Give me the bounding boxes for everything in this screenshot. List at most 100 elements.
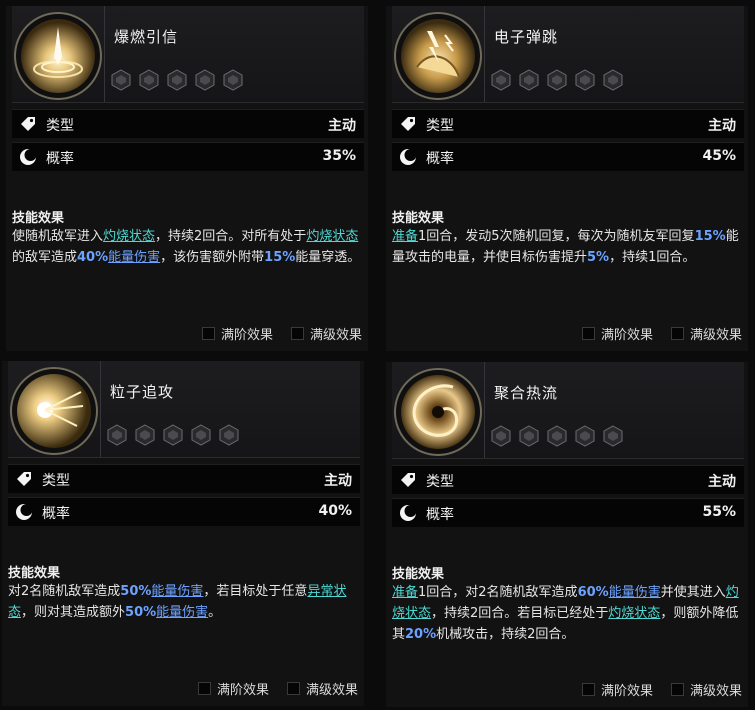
effect-text: 准备1回合，发动5次随机回复，每次为随机友军回复15%能量攻击的电量，并使目标伤… [392, 226, 744, 268]
type-row: 类型 主动 [392, 109, 744, 138]
type-label: 类型 [426, 474, 454, 490]
type-label: 类型 [426, 118, 454, 134]
rate-label: 概率 [42, 506, 70, 522]
moon-icon [20, 149, 37, 165]
type-row: 类型 主动 [392, 465, 744, 494]
effect-keyword: 40% [77, 250, 109, 265]
effect-keyword: 50% [125, 605, 157, 620]
skill-card-3: 粒子追攻 类型 主动 概率 40% 技能效果 对2名随机敌军造成50%能量伤害，… [2, 361, 364, 706]
effect-title: 技能效果 [392, 211, 445, 226]
toggle-group: 满阶效果 满级效果 [581, 324, 742, 343]
toggle-group: 满阶效果 满级效果 [197, 679, 358, 698]
rate-value: 40% [318, 503, 352, 519]
checkbox-box[interactable] [197, 682, 211, 695]
rank-hex-icon [163, 424, 183, 446]
checkbox-box[interactable] [581, 327, 595, 340]
particle-burst-icon [17, 374, 91, 448]
rate-value: 35% [322, 148, 356, 164]
full-level-checkbox[interactable]: 满级效果 [670, 680, 742, 699]
toggle-group: 满阶效果 满级效果 [201, 324, 362, 343]
skill-name: 电子弹跳 [494, 28, 559, 46]
toggle-group: 满阶效果 满级效果 [581, 680, 742, 699]
rank-hex-icon [167, 69, 187, 91]
rate-label: 概率 [46, 151, 74, 167]
tag-icon [401, 117, 415, 131]
rank-hex-icon [603, 425, 623, 447]
effect-segment: ，持续2回合。若目标已经处于 [431, 606, 609, 621]
skill-card-4: 聚合热流 类型 主动 概率 55% 技能效果 准备1回合，对2名随机敌军造成60… [386, 362, 748, 707]
full-level-label: 满级效果 [689, 328, 742, 343]
full-rank-checkbox[interactable]: 满阶效果 [201, 324, 273, 343]
skill-portrait[interactable] [14, 12, 102, 100]
effect-title: 技能效果 [12, 211, 65, 226]
full-rank-checkbox[interactable]: 满阶效果 [581, 680, 653, 699]
type-value: 主动 [324, 473, 352, 489]
fire-spark-icon [21, 19, 95, 93]
checkbox-box[interactable] [290, 327, 304, 340]
rate-row: 概率 40% [8, 497, 360, 526]
full-level-checkbox[interactable]: 满级效果 [290, 324, 362, 343]
full-level-checkbox[interactable]: 满级效果 [670, 324, 742, 343]
effect-segment: 能量穿透。 [295, 250, 361, 265]
skill-card-1: 爆燃引信 类型 主动 概率 35% 技能效果 使随机敌军进入灼烧状态，持续2回合… [6, 6, 368, 351]
full-level-checkbox[interactable]: 满级效果 [286, 679, 358, 698]
effect-text: 使随机敌军进入灼烧状态，持续2回合。对所有处于灼烧状态的敌军造成40%能量伤害，… [12, 226, 364, 268]
divider [104, 6, 105, 102]
rank-stars [110, 69, 244, 91]
effect-keyword: 能量伤害 [108, 250, 161, 265]
tag-icon [21, 117, 35, 131]
rate-row: 概率 45% [392, 142, 744, 171]
rank-stars [490, 425, 624, 447]
full-rank-checkbox[interactable]: 满阶效果 [581, 324, 653, 343]
effect-keyword: 20% [405, 627, 437, 642]
checkbox-box[interactable] [201, 327, 215, 340]
effect-segment: 使随机敌军进入 [12, 229, 104, 244]
vortex-icon [401, 375, 475, 449]
effect-segment: 的敌军造成 [12, 250, 78, 265]
checkbox-box[interactable] [286, 682, 300, 695]
effect-keyword: 15% [264, 250, 296, 265]
rank-hex-icon [139, 69, 159, 91]
effect-text: 准备1回合，对2名随机敌军造成60%能量伤害并使其进入灼烧状态，持续2回合。若目… [392, 582, 744, 645]
moon-icon [16, 504, 33, 520]
rank-hex-icon [111, 69, 131, 91]
rate-row: 概率 55% [392, 498, 744, 527]
effect-keyword: 能量伤害 [156, 605, 209, 620]
checkbox-box[interactable] [670, 327, 684, 340]
type-row: 类型 主动 [12, 109, 364, 138]
skill-portrait[interactable] [10, 367, 98, 455]
divider [100, 361, 101, 457]
lightning-hand-icon [401, 19, 475, 93]
skill-card-2: 电子弹跳 类型 主动 概率 45% 技能效果 准备1回合，发动5次随机回复，每次… [386, 6, 748, 351]
moon-icon [400, 505, 417, 521]
skill-header: 粒子追攻 [8, 361, 360, 458]
full-rank-label: 满阶效果 [220, 328, 273, 343]
effect-segment: ，持续1回合。 [609, 250, 696, 265]
effect-segment: 对2名随机敌军造成 [8, 584, 121, 599]
skill-portrait[interactable] [394, 368, 482, 456]
effect-segment: 1回合，对2名随机敌军造成 [418, 585, 578, 600]
effect-text: 对2名随机敌军造成50%能量伤害，若目标处于任意异常状态，则对其造成额外50%能… [8, 581, 360, 623]
skill-header: 聚合热流 [392, 362, 744, 459]
rank-hex-icon [491, 425, 511, 447]
rank-hex-icon [107, 424, 127, 446]
effect-segment: ，若目标处于任意 [203, 584, 308, 599]
effect-keyword: 灼烧状态 [608, 606, 661, 621]
rate-value: 45% [702, 148, 736, 164]
full-level-label: 满级效果 [305, 683, 358, 698]
effect-title: 技能效果 [392, 567, 445, 582]
skill-header: 电子弹跳 [392, 6, 744, 103]
effect-segment: ，持续2回合。对所有处于 [155, 229, 307, 244]
skill-portrait[interactable] [394, 12, 482, 100]
full-level-label: 满级效果 [309, 328, 362, 343]
rank-hex-icon [519, 69, 539, 91]
effect-keyword: 灼烧状态 [306, 229, 359, 244]
checkbox-box[interactable] [670, 683, 684, 696]
effect-segment: ，则对其造成额外 [21, 605, 126, 620]
rank-hex-icon [603, 69, 623, 91]
effect-keyword: 灼烧状态 [103, 229, 156, 244]
full-rank-checkbox[interactable]: 满阶效果 [197, 679, 269, 698]
effect-segment: 。 [208, 605, 222, 620]
checkbox-box[interactable] [581, 683, 595, 696]
rank-hex-icon [547, 69, 567, 91]
